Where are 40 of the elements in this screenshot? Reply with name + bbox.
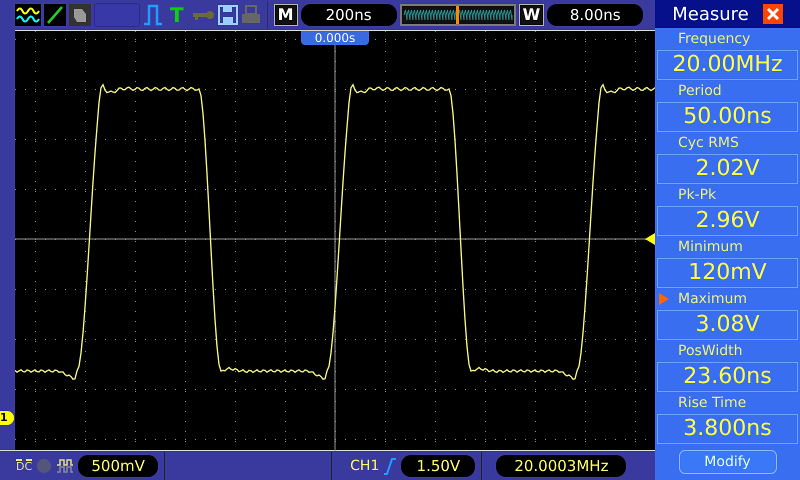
measurement-value: 2.96V bbox=[657, 206, 798, 236]
close-icon[interactable] bbox=[762, 4, 783, 24]
channel-marker: 1 bbox=[0, 411, 14, 425]
volts-per-div-readout[interactable]: 500mV bbox=[78, 454, 158, 476]
measurement-label[interactable]: Cyc RMS bbox=[678, 135, 739, 151]
image-icon[interactable] bbox=[69, 4, 91, 26]
waveform-icon[interactable] bbox=[15, 4, 41, 26]
trigger-type[interactable]: T bbox=[170, 4, 184, 26]
measurement-label[interactable]: Minimum bbox=[678, 239, 743, 255]
measurement-label[interactable]: Pk-Pk bbox=[678, 187, 716, 203]
measurement-value: 20.00MHz bbox=[657, 50, 798, 80]
measurement-label[interactable]: Period bbox=[678, 83, 722, 99]
measurement-value: 2.02V bbox=[657, 154, 798, 184]
measurement-value: 50.00ns bbox=[657, 102, 798, 132]
frequency-readout: 20.0003MHz bbox=[496, 454, 626, 476]
measurement-value: 120mV bbox=[657, 258, 798, 288]
horizontal-badge: M bbox=[274, 4, 298, 26]
coupling-label: DC bbox=[16, 458, 32, 472]
pulse-icon[interactable] bbox=[143, 4, 163, 26]
measurement-label[interactable]: Maximum bbox=[678, 291, 747, 307]
trigger-source: CH1 bbox=[350, 458, 380, 474]
trigger-level-readout[interactable]: 1.50V bbox=[401, 454, 476, 476]
save-icon[interactable] bbox=[218, 4, 238, 26]
measurement-label[interactable]: Rise Time bbox=[678, 395, 746, 411]
measurement-value: 3.08V bbox=[657, 310, 798, 340]
rising-edge-icon bbox=[383, 456, 398, 474]
window-timebase-readout[interactable]: 8.00ns bbox=[547, 4, 644, 26]
measurement-label[interactable]: Frequency bbox=[678, 31, 750, 47]
measurement-value: 3.800ns bbox=[657, 414, 798, 444]
status-box bbox=[94, 3, 140, 27]
modify-button[interactable]: Modify bbox=[678, 450, 776, 474]
measurement-value: 23.60ns bbox=[657, 362, 798, 392]
trigger-position-marker: 0.000s bbox=[301, 31, 369, 45]
bandwidth-limit-icon bbox=[36, 458, 52, 474]
square-wave-icon bbox=[56, 458, 74, 474]
measurement-label[interactable]: PosWidth bbox=[678, 343, 742, 359]
window-badge: W bbox=[518, 4, 544, 26]
timebase-readout[interactable]: 200ns bbox=[300, 4, 397, 26]
panel-title: Measure bbox=[672, 4, 749, 24]
line-icon[interactable] bbox=[44, 4, 66, 26]
